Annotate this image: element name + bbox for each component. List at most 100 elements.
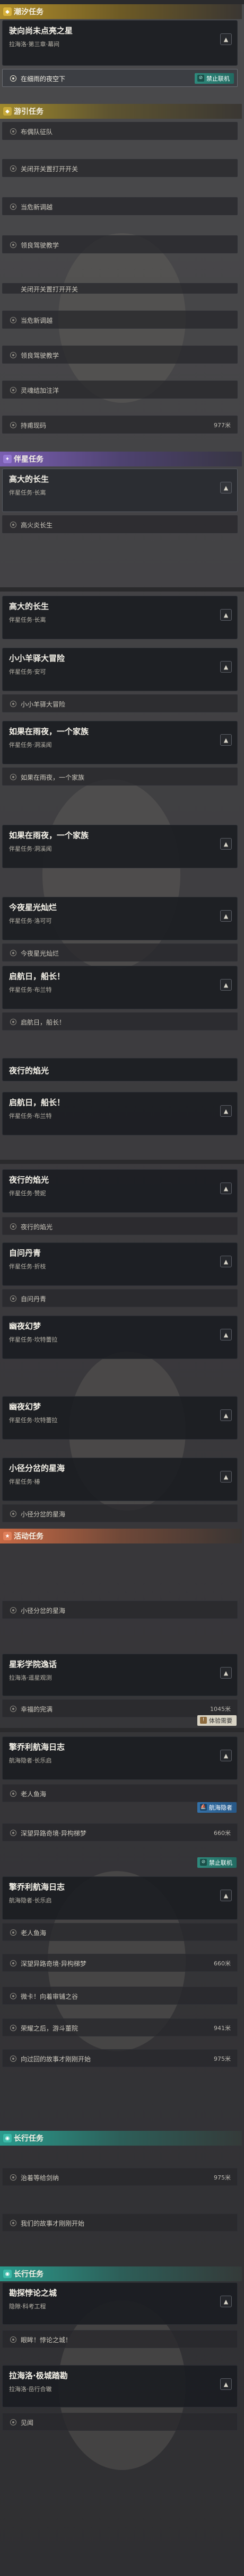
objective-item[interactable]: 夜行的焰光	[2, 1217, 238, 1235]
objective-item[interactable]: 小径分岔的星海	[2, 1601, 238, 1619]
objective-item[interactable]: 见闻	[2, 2413, 238, 2431]
objective-marker-icon	[10, 128, 16, 135]
section-divider	[0, 1728, 244, 1732]
chevron-up-icon[interactable]: ▲	[220, 1750, 232, 1761]
chevron-up-icon[interactable]: ▲	[220, 1183, 232, 1194]
objective-item[interactable]: 关闭开关置打开开关	[2, 283, 238, 294]
section-header-main-quest[interactable]: ◆ 潮汐任务	[0, 4, 242, 19]
quest-subtitle: 拉海洛·遥星观测	[9, 1674, 52, 1681]
objective-label: 当危新调越	[21, 317, 53, 324]
objective-item[interactable]: 高火炎长生	[2, 515, 238, 533]
quest-card[interactable]: 幽夜幻梦 伴星任务·坎特蕾拉 ▲	[2, 1396, 238, 1440]
objective-marker-icon	[10, 387, 16, 393]
quest-subtitle: 伴星任务·长离	[9, 616, 46, 623]
chevron-up-icon[interactable]: ▲	[220, 33, 232, 45]
objective-item[interactable]: 在细雨的夜空下 ⊘ 禁止联机	[2, 69, 238, 87]
objective-item[interactable]: 荣耀之后，游斗董院 941米	[2, 2018, 238, 2036]
objective-marker-icon	[10, 1223, 16, 1230]
quest-card[interactable]: 勘探悖论之城 隐隙·科考工程 ▲	[2, 2282, 238, 2325]
objective-item[interactable]: 领良驾驶教学	[2, 235, 238, 253]
quest-card[interactable]: 自问丹青 伴星任务·折枝 ▲	[2, 1242, 238, 1286]
objective-item[interactable]: 小小羊驿大冒险	[2, 694, 238, 712]
quest-card[interactable]: 小小羊驿大冒险 伴星任务·安可 ▲	[2, 648, 238, 691]
quest-card[interactable]: 驶向尚未点亮之星 拉海洛·第三章·幕间 ▲	[2, 20, 238, 66]
objective-item[interactable]: 当危新调越	[2, 311, 238, 329]
objective-label: 当危新调越	[21, 204, 53, 211]
chevron-up-icon[interactable]: ▲	[220, 838, 232, 850]
quest-subtitle: 隐隙·科考工程	[9, 2303, 46, 2310]
quest-card[interactable]: 夜行的焰光 伴星任务·赞妮 ▲	[2, 1169, 238, 1213]
objective-item[interactable]: 深望异路奇境·异构梯梦 660米	[2, 1954, 238, 1972]
objective-item[interactable]: 幸福的完满 1045米	[2, 1699, 238, 1717]
quest-card[interactable]: 擎乔利航海日志 航海隐者·长乐启 ▲	[2, 1736, 238, 1780]
objective-item[interactable]: 当危新调越	[2, 197, 238, 215]
chevron-up-icon[interactable]: ▲	[220, 1329, 232, 1340]
section-header-side-quest[interactable]: ◆ 游引任务	[0, 104, 242, 119]
section-divider	[0, 1160, 244, 1164]
objective-label: 微卡！向着审铺之谷	[21, 1993, 79, 2000]
chevron-up-icon[interactable]: ▲	[220, 2296, 232, 2307]
quest-card[interactable]: 擎乔利航海日志 航海隐者·长乐启 ▲	[2, 1876, 238, 1920]
quest-card[interactable]: 如果在雨夜，一个家族 伴星任务·洞溪闻 ▲	[2, 721, 238, 764]
objective-item[interactable]: 眼眸！悖论之城！	[2, 2330, 238, 2348]
quest-card[interactable]: 今夜星光灿烂 伴星任务·洛可可 ▲	[2, 897, 238, 940]
chevron-up-icon[interactable]: ▲	[220, 1667, 232, 1679]
objective-item[interactable]: 领良驾驶教学	[2, 346, 238, 364]
quest-card[interactable]: 启航日，船长！ 伴星任务·布兰特 ▲	[2, 1092, 238, 1135]
objective-item[interactable]: 我们的故事才刚刚开始	[2, 2213, 238, 2231]
objective-item[interactable]: 小径分岔的星海	[2, 1504, 238, 1522]
quest-card[interactable]: 启航日，船长！ 伴星任务·布兰特 ▲	[2, 966, 238, 1009]
objective-label: 向过回的故事才刚刚开始	[21, 2055, 91, 2063]
quest-card[interactable]: 夜行的焰光	[2, 1058, 238, 1081]
quest-subtitle: 伴星任务·布兰特	[9, 1113, 52, 1119]
objective-item[interactable]: 深望异路奇境·异构梯梦 660米	[2, 1823, 238, 1841]
objective-item[interactable]: 老人鱼海	[2, 1923, 238, 1941]
objective-item[interactable]: 关闭开关置打开开关	[2, 159, 238, 177]
chevron-up-icon[interactable]: ▲	[220, 979, 232, 991]
chevron-up-icon[interactable]: ▲	[220, 910, 232, 922]
section-divider	[0, 587, 244, 592]
section-header-companion-quest[interactable]: ✦ 伴星任务	[0, 452, 242, 466]
quest-card[interactable]: 如果在雨夜，一个家族 伴星任务·洞溪闻 ▲	[2, 825, 238, 868]
chevron-up-icon[interactable]: ▲	[220, 482, 232, 493]
quest-subtitle: 伴星任务·坎特蕾拉	[9, 1336, 58, 1343]
chevron-up-icon[interactable]: ▲	[220, 1256, 232, 1267]
objective-item[interactable]: 老人鱼海	[2, 1784, 238, 1802]
objective-item[interactable]: 启航日，船长！	[2, 1012, 238, 1030]
quest-card[interactable]: 幽夜幻梦 伴星任务·坎特蕾拉 ▲	[2, 1316, 238, 1359]
quest-subtitle: 伴星任务·布兰特	[9, 986, 52, 993]
chevron-up-icon[interactable]: ▲	[220, 1890, 232, 1901]
objective-marker-icon	[10, 1993, 16, 1999]
chevron-up-icon[interactable]: ▲	[220, 1471, 232, 1483]
quest-card[interactable]: 星彩学院逸话 拉海洛·遥星观测 ▲	[2, 1654, 238, 1696]
objective-item[interactable]: 如果在雨夜，一个家族	[2, 767, 238, 786]
quest-card[interactable]: 小径分岔的星海 伴星任务·椿 ▲	[2, 1458, 238, 1501]
objective-item[interactable]: 自问丹青	[2, 1289, 238, 1307]
objective-marker-icon	[10, 701, 16, 707]
chevron-up-icon[interactable]: ▲	[220, 734, 232, 746]
section-header-daily-quest[interactable]: ◉ 长行任务	[0, 2131, 242, 2146]
objective-label: 见闻	[21, 2419, 34, 2427]
objective-marker-icon	[10, 1960, 16, 1966]
section-header-daily-quest[interactable]: ◉ 长行任务	[0, 2266, 242, 2281]
quest-title: 夜行的焰光	[9, 1066, 49, 1075]
quest-card[interactable]: 高大的长生 伴星任务·长离 ▲	[2, 596, 238, 639]
chevron-up-icon[interactable]: ▲	[220, 1409, 232, 1421]
objective-item[interactable]: 向过回的故事才刚刚开始 975米	[2, 2049, 238, 2067]
objective-item[interactable]: 治着等给剑纳 975米	[2, 2168, 238, 2186]
objective-item[interactable]: 持甫现码 977米	[2, 416, 238, 434]
objective-item[interactable]: 今夜星光灿烂	[2, 943, 238, 961]
section-header-event-quest[interactable]: ★ 活动任务	[0, 1529, 242, 1543]
chevron-up-icon[interactable]: ▲	[220, 1105, 232, 1117]
objective-item[interactable]: 布偶队征队	[2, 122, 238, 140]
objective-item[interactable]: 灵魂结加注洋	[2, 381, 238, 399]
objective-item[interactable]: 微卡！向着审铺之谷	[2, 1987, 238, 2005]
chevron-up-icon[interactable]: ▲	[220, 661, 232, 673]
quest-subtitle: 伴星任务·洛可可	[9, 918, 52, 924]
quest-card[interactable]: 拉海洛·极城踏勘 拉海洛·岳行合辙 ▲	[2, 2365, 238, 2407]
event-quest-icon: ★	[3, 1532, 12, 1540]
chevron-up-icon[interactable]: ▲	[220, 2378, 232, 2390]
chevron-up-icon[interactable]: ▲	[220, 609, 232, 621]
quest-card[interactable]: 高大的长生 伴星任务·长离 ▲	[2, 469, 238, 512]
companion-quest-icon: ✦	[3, 455, 12, 463]
